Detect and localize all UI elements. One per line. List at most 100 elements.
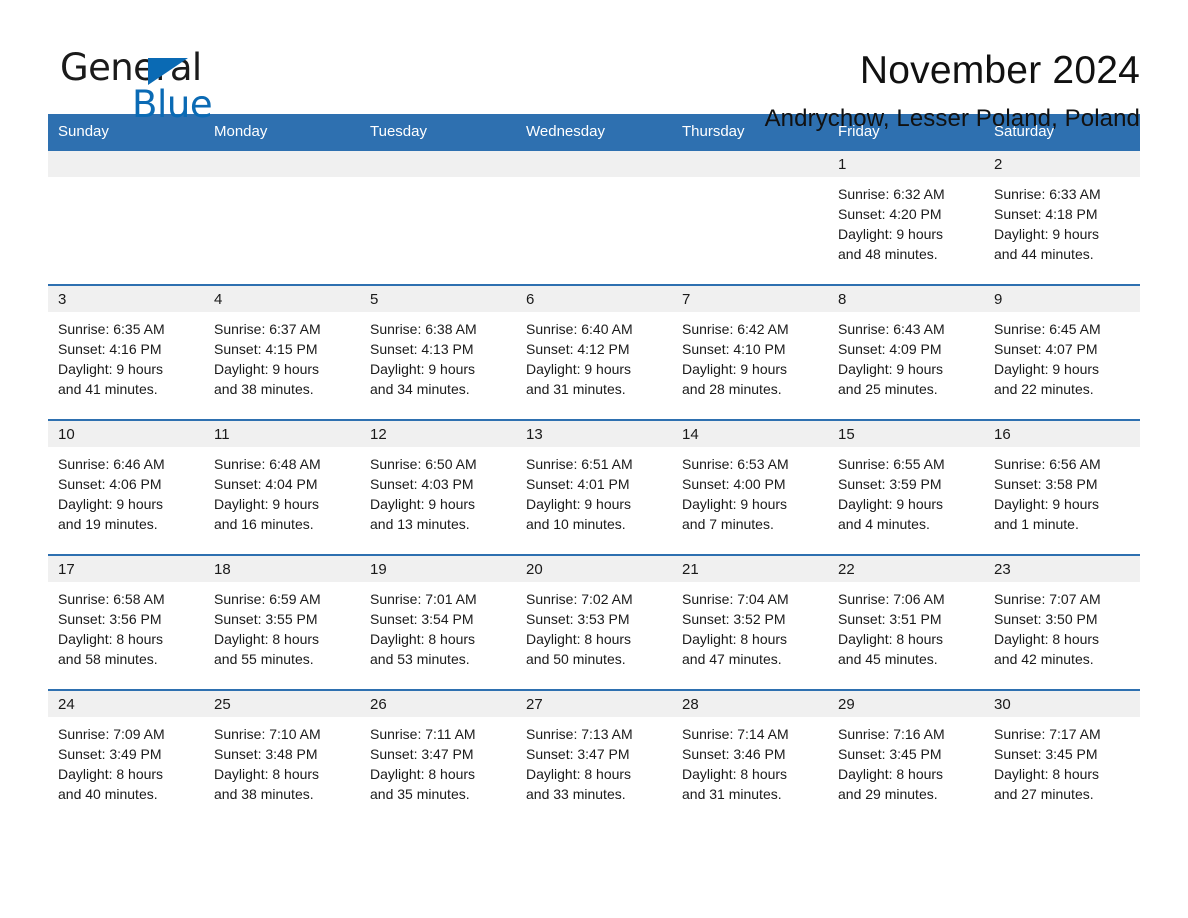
daylight-duration-line1: Daylight: 9 hours <box>370 361 476 377</box>
calendar-day-cell[interactable]: 22 Sunrise: 7:06 AM Sunset: 3:51 PM Dayligh… <box>828 554 984 690</box>
day-sun-info: Sunrise: 6:50 AM Sunset: 4:03 PM Daylight:… <box>360 447 516 534</box>
daylight-duration-line2: and 1 minute. <box>994 516 1079 532</box>
day-number: 2 <box>984 151 1140 177</box>
calendar-day-cell[interactable]: 29 Sunrise: 7:16 AM Sunset: 3:45 PM Dayligh… <box>828 689 984 824</box>
calendar-day-cell[interactable]: 21 Sunrise: 7:04 AM Sunset: 3:52 PM Dayligh… <box>672 554 828 690</box>
logo-triangle-icon <box>148 58 188 85</box>
calendar-day-cell-empty <box>48 149 204 285</box>
day-number: 15 <box>828 421 984 447</box>
calendar-day-cell[interactable]: 17 Sunrise: 6:58 AM Sunset: 3:56 PM Dayligh… <box>48 554 204 690</box>
sunset-time: Sunset: 3:58 PM <box>994 476 1098 492</box>
calendar-day-cell[interactable]: 30 Sunrise: 7:17 AM Sunset: 3:45 PM Dayligh… <box>984 689 1140 824</box>
sunset-time: Sunset: 4:12 PM <box>526 341 630 357</box>
daylight-duration-line1: Daylight: 9 hours <box>58 496 164 512</box>
calendar-day-cell[interactable]: 12 Sunrise: 6:50 AM Sunset: 4:03 PM Dayligh… <box>360 419 516 555</box>
calendar-day-cell[interactable]: 11 Sunrise: 6:48 AM Sunset: 4:04 PM Dayligh… <box>204 419 360 555</box>
calendar-day-cell[interactable]: 20 Sunrise: 7:02 AM Sunset: 3:53 PM Dayligh… <box>516 554 672 690</box>
day-sun-info: Sunrise: 7:13 AM Sunset: 3:47 PM Daylight:… <box>516 717 672 804</box>
daylight-duration-line2: and 38 minutes. <box>214 381 314 397</box>
daylight-duration-line1: Daylight: 9 hours <box>370 496 476 512</box>
calendar-day-cell[interactable]: 19 Sunrise: 7:01 AM Sunset: 3:54 PM Dayligh… <box>360 554 516 690</box>
day-number: 4 <box>204 286 360 312</box>
day-number: 29 <box>828 691 984 717</box>
sunrise-time: Sunrise: 6:33 AM <box>994 186 1101 202</box>
day-number: 28 <box>672 691 828 717</box>
daylight-duration-line1: Daylight: 9 hours <box>526 496 632 512</box>
sunrise-time: Sunrise: 6:55 AM <box>838 456 945 472</box>
title-block: November 2024 Andrychow, Lesser Poland, … <box>765 46 1140 134</box>
calendar-day-cell[interactable]: 8 Sunrise: 6:43 AM Sunset: 4:09 PM Daylight… <box>828 284 984 420</box>
day-cell-content: 19 Sunrise: 7:01 AM Sunset: 3:54 PM Dayligh… <box>360 556 516 689</box>
day-number: 27 <box>516 691 672 717</box>
calendar-day-cell[interactable]: 16 Sunrise: 6:56 AM Sunset: 3:58 PM Dayligh… <box>984 419 1140 555</box>
sunset-time: Sunset: 4:06 PM <box>58 476 162 492</box>
calendar-day-cell[interactable]: 4 Sunrise: 6:37 AM Sunset: 4:15 PM Daylight… <box>204 284 360 420</box>
calendar-day-cell[interactable]: 1 Sunrise: 6:32 AM Sunset: 4:20 PM Daylight… <box>828 149 984 285</box>
sunrise-time: Sunrise: 7:07 AM <box>994 591 1101 607</box>
sunset-time: Sunset: 4:20 PM <box>838 206 942 222</box>
sunset-time: Sunset: 3:50 PM <box>994 611 1098 627</box>
day-cell-content: 23 Sunrise: 7:07 AM Sunset: 3:50 PM Dayligh… <box>984 556 1140 689</box>
calendar-day-cell[interactable]: 25 Sunrise: 7:10 AM Sunset: 3:48 PM Dayligh… <box>204 689 360 824</box>
calendar-day-cell[interactable]: 26 Sunrise: 7:11 AM Sunset: 3:47 PM Dayligh… <box>360 689 516 824</box>
daylight-duration-line2: and 44 minutes. <box>994 246 1094 262</box>
daylight-duration-line2: and 47 minutes. <box>682 651 782 667</box>
calendar-day-cell[interactable]: 28 Sunrise: 7:14 AM Sunset: 3:46 PM Dayligh… <box>672 689 828 824</box>
day-cell-content: 26 Sunrise: 7:11 AM Sunset: 3:47 PM Dayligh… <box>360 691 516 824</box>
day-cell-content: 21 Sunrise: 7:04 AM Sunset: 3:52 PM Dayligh… <box>672 556 828 689</box>
sunset-time: Sunset: 4:01 PM <box>526 476 630 492</box>
sunrise-time: Sunrise: 6:50 AM <box>370 456 477 472</box>
daylight-duration-line2: and 27 minutes. <box>994 786 1094 802</box>
day-number: 1 <box>828 151 984 177</box>
sunrise-time: Sunrise: 7:09 AM <box>58 726 165 742</box>
daylight-duration-line1: Daylight: 8 hours <box>838 766 944 782</box>
calendar-day-cell[interactable]: 9 Sunrise: 6:45 AM Sunset: 4:07 PM Daylight… <box>984 284 1140 420</box>
sunset-time: Sunset: 3:45 PM <box>838 746 942 762</box>
day-sun-info: Sunrise: 7:09 AM Sunset: 3:49 PM Daylight:… <box>48 717 204 804</box>
sunrise-time: Sunrise: 7:06 AM <box>838 591 945 607</box>
calendar-week-row: 10 Sunrise: 6:46 AM Sunset: 4:06 PM Dayligh… <box>48 419 1140 555</box>
sunrise-time: Sunrise: 7:04 AM <box>682 591 789 607</box>
daylight-duration-line2: and 22 minutes. <box>994 381 1094 397</box>
daylight-duration-line2: and 38 minutes. <box>214 786 314 802</box>
calendar-day-cell-empty <box>672 149 828 285</box>
daylight-duration-line2: and 35 minutes. <box>370 786 470 802</box>
calendar-week-row: 1 Sunrise: 6:32 AM Sunset: 4:20 PM Daylight… <box>48 149 1140 285</box>
day-cell-content: 14 Sunrise: 6:53 AM Sunset: 4:00 PM Dayligh… <box>672 421 828 554</box>
day-number: 20 <box>516 556 672 582</box>
sunset-time: Sunset: 3:47 PM <box>370 746 474 762</box>
day-number: 23 <box>984 556 1140 582</box>
sunset-time: Sunset: 4:16 PM <box>58 341 162 357</box>
calendar-day-cell[interactable]: 13 Sunrise: 6:51 AM Sunset: 4:01 PM Dayligh… <box>516 419 672 555</box>
calendar-day-cell[interactable]: 15 Sunrise: 6:55 AM Sunset: 3:59 PM Dayligh… <box>828 419 984 555</box>
calendar-day-cell[interactable]: 27 Sunrise: 7:13 AM Sunset: 3:47 PM Dayligh… <box>516 689 672 824</box>
calendar-day-cell[interactable]: 5 Sunrise: 6:38 AM Sunset: 4:13 PM Daylight… <box>360 284 516 420</box>
calendar-day-cell[interactable]: 18 Sunrise: 6:59 AM Sunset: 3:55 PM Dayligh… <box>204 554 360 690</box>
calendar-day-cell[interactable]: 3 Sunrise: 6:35 AM Sunset: 4:16 PM Daylight… <box>48 284 204 420</box>
day-cell-content <box>204 151 360 284</box>
sunset-time: Sunset: 3:46 PM <box>682 746 786 762</box>
calendar-day-cell[interactable]: 6 Sunrise: 6:40 AM Sunset: 4:12 PM Daylight… <box>516 284 672 420</box>
day-sun-info: Sunrise: 6:32 AM Sunset: 4:20 PM Daylight:… <box>828 177 984 264</box>
sunrise-time: Sunrise: 6:46 AM <box>58 456 165 472</box>
day-number: 19 <box>360 556 516 582</box>
calendar-day-cell[interactable]: 24 Sunrise: 7:09 AM Sunset: 3:49 PM Dayligh… <box>48 689 204 824</box>
daylight-duration-line2: and 34 minutes. <box>370 381 470 397</box>
day-number: 30 <box>984 691 1140 717</box>
day-number: 12 <box>360 421 516 447</box>
day-sun-info <box>516 177 672 184</box>
sunset-time: Sunset: 4:04 PM <box>214 476 318 492</box>
sunset-time: Sunset: 4:18 PM <box>994 206 1098 222</box>
calendar-day-cell[interactable]: 2 Sunrise: 6:33 AM Sunset: 4:18 PM Daylight… <box>984 149 1140 285</box>
day-cell-content: 18 Sunrise: 6:59 AM Sunset: 3:55 PM Dayligh… <box>204 556 360 689</box>
generalblue-logo[interactable]: General Blue <box>48 46 258 126</box>
day-sun-info: Sunrise: 7:10 AM Sunset: 3:48 PM Daylight:… <box>204 717 360 804</box>
sunrise-time: Sunrise: 7:01 AM <box>370 591 477 607</box>
calendar-day-cell[interactable]: 23 Sunrise: 7:07 AM Sunset: 3:50 PM Dayligh… <box>984 554 1140 690</box>
calendar-day-cell[interactable]: 7 Sunrise: 6:42 AM Sunset: 4:10 PM Daylight… <box>672 284 828 420</box>
calendar-day-cell[interactable]: 10 Sunrise: 6:46 AM Sunset: 4:06 PM Dayligh… <box>48 419 204 555</box>
calendar-day-cell[interactable]: 14 Sunrise: 6:53 AM Sunset: 4:00 PM Dayligh… <box>672 419 828 555</box>
day-cell-content: 20 Sunrise: 7:02 AM Sunset: 3:53 PM Dayligh… <box>516 556 672 689</box>
daylight-duration-line1: Daylight: 9 hours <box>682 361 788 377</box>
day-sun-info: Sunrise: 6:38 AM Sunset: 4:13 PM Daylight:… <box>360 312 516 399</box>
